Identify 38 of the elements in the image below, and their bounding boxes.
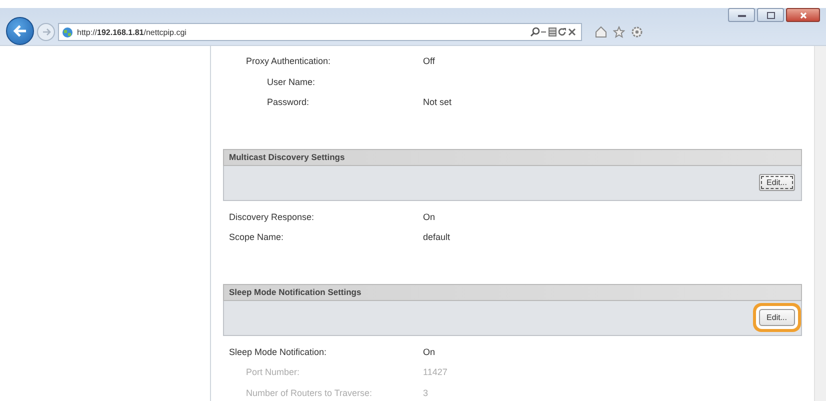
left-arrow-icon [13, 25, 27, 37]
right-arrow-icon [42, 28, 50, 36]
setting-value: On [423, 346, 436, 357]
setting-value: Off [423, 56, 435, 66]
back-button[interactable] [6, 17, 34, 45]
scrollbar[interactable] [814, 46, 826, 401]
address-field[interactable]: http://192.168.1.81/nettcpip.cgi [58, 23, 582, 41]
setting-label: Scope Name: [228, 232, 285, 242]
maximize-button[interactable] [757, 8, 784, 22]
url-text: http://192.168.1.81/nettcpip.cgi [76, 28, 188, 36]
setting-label: Password: [266, 97, 310, 108]
settings-icon[interactable] [631, 26, 643, 38]
setting-value: Not set [423, 97, 452, 108]
stop-icon[interactable] [567, 27, 577, 37]
maximize-icon [766, 12, 774, 18]
setting-label: Number of Routers to Traverse: [245, 388, 374, 398]
minimize-button[interactable] [728, 8, 755, 22]
setting-label: User Name: [266, 76, 316, 87]
setting-label: Proxy Authentication: [245, 56, 332, 66]
compatibility-icon[interactable] [548, 27, 557, 37]
setting-value: On [423, 212, 436, 222]
setting-value: default [423, 232, 450, 242]
section-header: Sleep Mode Notification Settings [223, 284, 802, 300]
globe-icon [62, 26, 73, 38]
section-header: Multicast Discovery Settings [223, 148, 802, 166]
setting-value: 11427 [423, 367, 448, 378]
close-icon [800, 12, 806, 18]
setting-label: Sleep Mode Notification: [228, 346, 328, 357]
setting-label: Port Number: [245, 367, 301, 378]
home-icon[interactable] [595, 26, 607, 38]
edit-button[interactable]: Edit... [758, 174, 795, 191]
search-icon[interactable] [530, 27, 540, 37]
close-button[interactable] [786, 8, 820, 22]
star-icon[interactable] [613, 26, 625, 38]
refresh-icon[interactable] [557, 27, 567, 37]
minimize-icon [738, 13, 746, 17]
setting-label: Discovery Response: [228, 212, 316, 222]
setting-value: 3 [423, 388, 428, 398]
